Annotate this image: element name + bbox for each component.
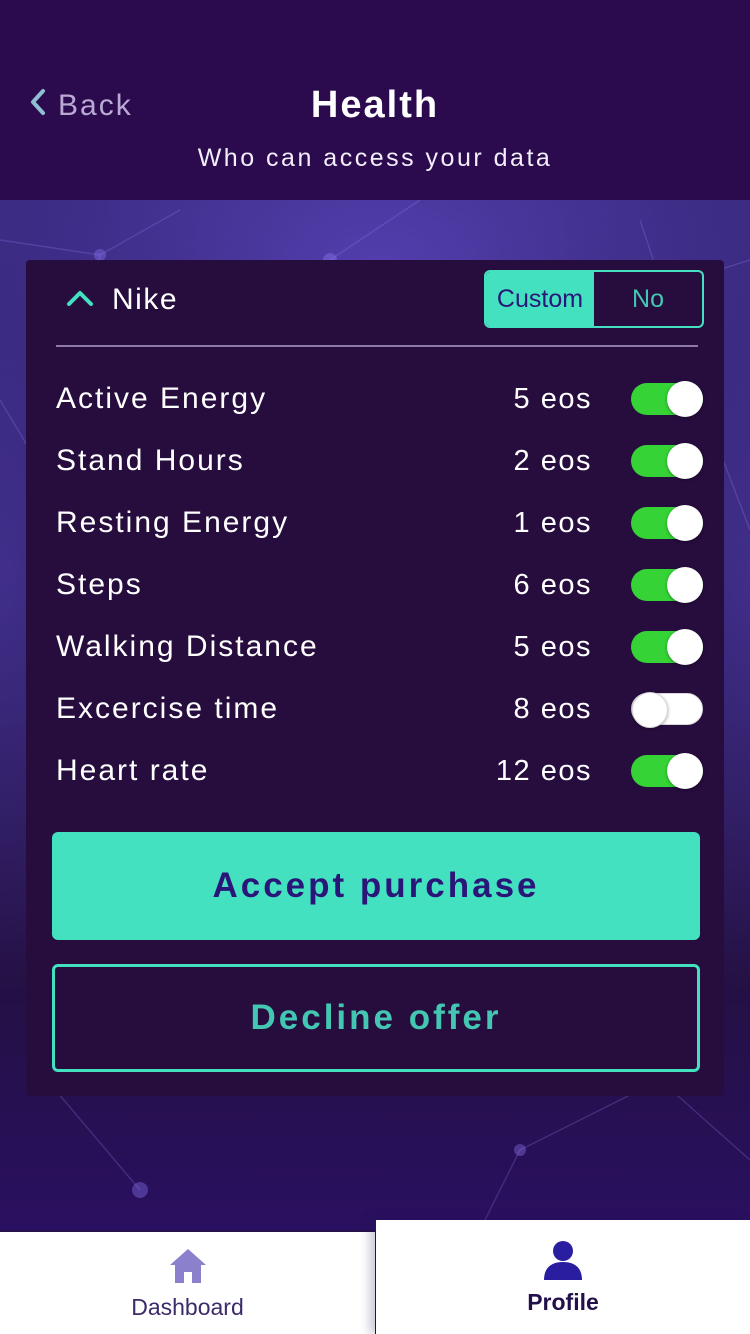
tab-bar: Dashboard Profile xyxy=(0,1220,750,1334)
list-item-exercise-time: Excercise time 8 eos xyxy=(56,687,706,731)
resting-energy-toggle[interactable] xyxy=(631,505,703,541)
list-item-active-energy: Active Energy 5 eos xyxy=(56,377,706,421)
divider xyxy=(56,345,698,347)
decline-offer-button[interactable]: Decline offer xyxy=(52,964,700,1072)
list-item-heart-rate: Heart rate 12 eos xyxy=(56,749,706,793)
item-label: Steps xyxy=(56,568,143,601)
toggle-knob xyxy=(632,692,668,728)
tab-label: Profile xyxy=(527,1288,599,1315)
segment-custom[interactable]: Custom xyxy=(486,272,594,326)
list-item-walking-distance: Walking Distance 5 eos xyxy=(56,625,706,669)
item-price: 8 eos xyxy=(513,693,592,725)
tab-label: Dashboard xyxy=(131,1293,244,1320)
user-icon xyxy=(542,1239,584,1281)
item-label: Walking Distance xyxy=(56,630,319,663)
active-energy-toggle[interactable] xyxy=(631,381,703,417)
toggle-knob xyxy=(667,505,703,541)
access-segmented-control: Custom No xyxy=(484,270,704,328)
item-label: Active Energy xyxy=(56,382,268,415)
item-price: 6 eos xyxy=(513,569,592,601)
item-label: Resting Energy xyxy=(56,506,290,539)
list-item-steps: Steps 6 eos xyxy=(56,563,706,607)
exercise-time-toggle[interactable] xyxy=(631,692,703,728)
toggle-knob xyxy=(667,629,703,665)
stand-hours-toggle[interactable] xyxy=(631,443,703,479)
item-label: Heart rate xyxy=(56,754,210,787)
walking-distance-toggle[interactable] xyxy=(631,629,703,665)
item-price: 5 eos xyxy=(513,631,592,663)
chevron-up-icon xyxy=(66,288,94,313)
heart-rate-toggle[interactable] xyxy=(631,753,703,789)
toggle-knob xyxy=(667,381,703,417)
tab-profile[interactable]: Profile xyxy=(376,1220,750,1334)
company-name: Nike xyxy=(112,283,179,316)
accept-purchase-button[interactable]: Accept purchase xyxy=(52,832,700,940)
item-price: 2 eos xyxy=(513,445,592,477)
tab-dashboard[interactable]: Dashboard xyxy=(0,1232,375,1334)
list-item-resting-energy: Resting Energy 1 eos xyxy=(56,501,706,545)
list-item-stand-hours: Stand Hours 2 eos xyxy=(56,439,706,483)
company-header[interactable]: Nike xyxy=(66,278,178,322)
page-subtitle: Who can access your data xyxy=(197,144,553,172)
toggle-knob xyxy=(667,443,703,479)
item-price: 12 eos xyxy=(495,755,592,787)
item-label: Stand Hours xyxy=(56,444,245,477)
steps-toggle[interactable] xyxy=(631,567,703,603)
home-icon xyxy=(168,1246,208,1286)
header: Back Health Who can access your data xyxy=(0,0,750,200)
segment-no[interactable]: No xyxy=(594,272,702,326)
item-label: Excercise time xyxy=(56,692,280,725)
item-price: 5 eos xyxy=(513,383,592,415)
page-title: Health xyxy=(310,84,440,126)
item-price: 1 eos xyxy=(513,507,592,539)
toggle-knob xyxy=(667,567,703,603)
toggle-knob xyxy=(667,753,703,789)
